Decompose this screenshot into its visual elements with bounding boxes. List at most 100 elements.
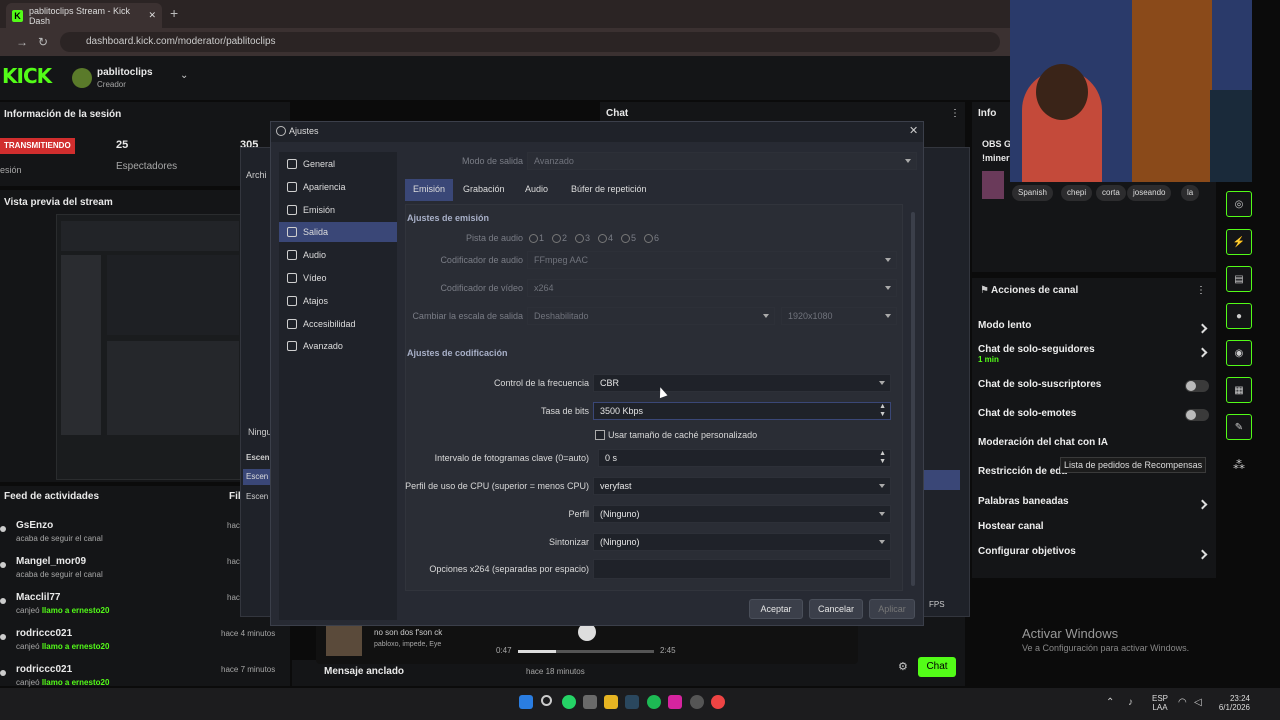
tag-chip[interactable]: la [1181,185,1200,201]
settings-nav-item[interactable]: Atajos [279,291,397,311]
scrollbar[interactable] [911,212,915,586]
stream-preview[interactable] [56,214,246,480]
output-tab[interactable]: Audio [517,179,556,201]
tag-chip[interactable]: Spanish [1012,185,1053,201]
document-icon[interactable]: ▤ [1226,266,1252,292]
close-icon[interactable]: ✕ [148,10,156,21]
spotify-icon[interactable] [647,695,661,709]
reload-icon[interactable]: ↻ [38,35,48,49]
settings-nav-item[interactable]: Accesibilidad [279,314,397,334]
obs-scene-item[interactable]: Escen [243,469,271,485]
settings-nav-item[interactable]: Emisión [279,200,397,220]
apply-button[interactable]: Aplicar [869,599,915,619]
audio-track-option[interactable]: 6 [644,233,659,244]
toggle-switch[interactable] [1185,409,1209,421]
bitrate-input[interactable]: 3500 Kbps ▲ ▼ [593,402,891,420]
audio-track-option[interactable]: 1 [529,233,544,244]
settings-icon[interactable]: ⚙ [898,660,908,673]
action-hostear-canal[interactable]: Hostear canal [978,521,1044,532]
spinner-icon[interactable]: ▲ ▼ [879,450,886,466]
browser-tab[interactable]: K pablitoclips Stream - Kick Dash ✕ [6,3,162,28]
cpu-preset-select[interactable]: veryfast [593,477,891,495]
url-input[interactable]: dashboard.kick.com/moderator/pablitoclip… [60,32,1000,52]
clock[interactable]: 23:24 6/1/2026 [1214,694,1250,712]
instagram-icon[interactable] [668,695,682,709]
x264-options-input[interactable] [593,559,891,579]
rate-control-select[interactable]: CBR [593,374,891,392]
chat-icon[interactable]: ● [1226,303,1252,329]
settings-nav-item[interactable]: Avanzado [279,336,397,356]
audio-track-option[interactable]: 3 [575,233,590,244]
action-moderaci-n-del-chat-con-ia[interactable]: Moderación del chat con IA [978,437,1108,448]
cache-checkbox[interactable] [595,430,605,440]
monitor-icon [287,273,297,283]
action-restricci-n-de-eda[interactable]: Restricción de eda [978,466,1067,477]
kick-logo[interactable]: KICK [2,64,52,88]
bolt-icon[interactable]: ⚡ [1226,229,1252,255]
action-chat-de-solo-emotes[interactable]: Chat de solo-emotes [978,408,1076,419]
action-chat-de-solo-suscriptores[interactable]: Chat de solo-suscriptores [978,379,1101,390]
action-chat-de-solo-seguidores[interactable]: Chat de solo-seguidores [978,344,1095,355]
stack-icon[interactable]: ▦ [1226,377,1252,403]
rescale-select[interactable]: Deshabilitado [527,307,775,325]
rewards-icon[interactable]: ⁂ [1233,458,1245,472]
action-configurar-objetivos[interactable]: Configurar objetivos [978,546,1076,557]
chevron-down-icon [879,540,885,544]
whatsapp-icon[interactable] [562,695,576,709]
tune-select[interactable]: (Ninguno) [593,533,891,551]
cancel-button[interactable]: Cancelar [809,599,863,619]
windows-start-icon[interactable] [519,695,533,709]
avatar[interactable] [72,68,92,88]
profile-select[interactable]: (Ninguno) [593,505,891,523]
search-icon[interactable] [541,695,552,706]
language-indicator[interactable]: ESP LAA [1152,694,1168,712]
microphone-icon[interactable]: ♪ [1128,697,1133,708]
chrome-icon[interactable] [711,695,725,709]
settings-nav-item[interactable]: Audio [279,245,397,265]
audio-encoder-select[interactable]: FFmpeg AAC [527,251,897,269]
more-icon[interactable]: ⋮ [1196,285,1206,296]
audio-track-option[interactable]: 5 [621,233,636,244]
broadcast-icon[interactable]: ◉ [1226,340,1252,366]
keyframe-input[interactable]: 0 s ▲ ▼ [598,449,891,467]
tag-chip[interactable]: joseando [1127,185,1172,201]
more-icon[interactable]: ⋮ [950,108,960,119]
obs-scene-item[interactable]: Escen [246,492,268,501]
action-palabras-baneadas[interactable]: Palabras baneadas [978,496,1069,507]
chat-send-button[interactable]: Chat [918,657,956,677]
wrench-icon[interactable]: ✎ [1226,414,1252,440]
settings-nav-item[interactable]: Apariencia [279,177,397,197]
obs-icon[interactable] [690,695,704,709]
focus-icon[interactable]: ◎ [1226,191,1252,217]
output-tab[interactable]: Emisión [405,179,454,201]
close-icon[interactable]: ✕ [909,124,918,137]
output-tab[interactable]: Búfer de repetición [563,179,655,201]
action-modo-lento[interactable]: Modo lento [978,320,1031,331]
audio-track-option[interactable]: 2 [552,233,567,244]
rescale-resolution-select[interactable]: 1920x1080 [781,307,897,325]
settings-nav-item[interactable]: Vídeo [279,268,397,288]
obs-file-menu[interactable]: Archi [246,170,267,180]
audio-track-option[interactable]: 4 [598,233,613,244]
output-mode-select[interactable]: Avanzado [527,152,917,170]
output-tab[interactable]: Grabación [455,179,513,201]
tag-chip[interactable]: chepi [1061,185,1093,201]
tag-chip[interactable]: corta [1096,185,1126,201]
steam-icon[interactable] [625,695,639,709]
settings-nav-item[interactable]: Salida [279,222,397,243]
settings-nav-item[interactable]: General [279,154,397,174]
app-icon[interactable] [583,695,597,709]
ok-button[interactable]: Aceptar [749,599,803,619]
new-tab-icon[interactable]: + [170,5,178,21]
spinner-icon[interactable]: ▲ ▼ [879,403,886,419]
folder-icon[interactable] [604,695,618,709]
chevron-down-icon[interactable]: ⌄ [180,70,188,81]
toggle-switch[interactable] [1185,380,1209,392]
wifi-icon[interactable]: ◠ [1178,697,1187,708]
song-progress[interactable] [518,650,654,653]
forward-icon[interactable]: → [16,35,28,49]
volume-icon[interactable]: ◁ [1194,697,1202,708]
chevron-up-icon[interactable]: ⌃ [1106,697,1114,708]
video-encoder-select[interactable]: x264 [527,279,897,297]
feed-filter[interactable]: Fil [229,491,241,502]
